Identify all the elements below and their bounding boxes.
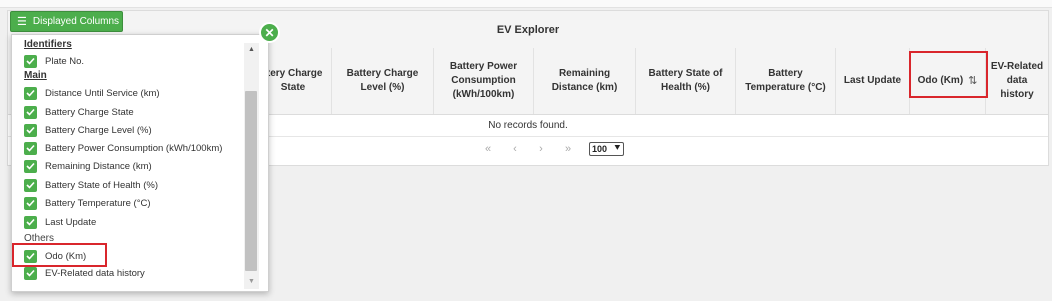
first-page-icon[interactable]: « xyxy=(481,143,495,155)
column-option-battery-charge-state[interactable]: Battery Charge State xyxy=(24,104,134,120)
checkbox-checked-icon[interactable] xyxy=(24,123,37,137)
top-strip xyxy=(0,0,1052,8)
checkbox-checked-icon[interactable] xyxy=(24,196,37,210)
checkbox-checked-icon[interactable] xyxy=(24,266,37,280)
scroll-thumb[interactable] xyxy=(245,91,257,271)
column-header-ev-related-data-history[interactable]: EV-Related data history xyxy=(986,48,1048,114)
checkbox-checked-icon[interactable] xyxy=(24,54,37,68)
checkbox-checked-icon[interactable] xyxy=(24,86,37,100)
group-label-identifiers: Identifiers xyxy=(24,39,72,50)
column-option-remaining-distance[interactable]: Remaining Distance (km) xyxy=(24,158,152,174)
previous-page-icon[interactable]: ‹ xyxy=(508,143,522,155)
checkbox-checked-icon[interactable] xyxy=(24,159,37,173)
column-option-distance-until-service[interactable]: Distance Until Service (km) xyxy=(24,85,160,101)
column-option-battery-power-consumption[interactable]: Battery Power Consumption (kWh/100km) xyxy=(24,140,222,156)
column-option-plate-no[interactable]: Plate No. xyxy=(24,53,84,69)
column-header-battery-state-of-health[interactable]: Battery State of Health (%) xyxy=(636,48,736,114)
odo-header-highlight xyxy=(909,51,988,98)
checkbox-checked-icon[interactable] xyxy=(24,178,37,192)
column-option-ev-related-data-history[interactable]: EV-Related data history xyxy=(24,265,145,281)
close-icon[interactable]: ✕ xyxy=(259,22,280,43)
chevron-down-icon: ⯆ xyxy=(613,143,621,153)
column-option-battery-charge-level[interactable]: Battery Charge Level (%) xyxy=(24,122,152,138)
next-page-icon[interactable]: › xyxy=(534,143,548,155)
column-header-battery-charge-level[interactable]: Battery Charge Level (%) xyxy=(332,48,434,114)
checkbox-checked-icon[interactable] xyxy=(24,141,37,155)
rows-per-page-value: 100 xyxy=(592,144,608,154)
scroll-down-icon[interactable]: ▼ xyxy=(244,275,259,289)
checkbox-checked-icon[interactable] xyxy=(24,105,37,119)
column-header-battery-temperature[interactable]: Battery Temperature (°C) xyxy=(736,48,836,114)
column-option-last-update[interactable]: Last Update xyxy=(24,214,96,230)
column-header-battery-power-consumption[interactable]: Battery Power Consumption (kWh/100km) xyxy=(434,48,534,114)
column-option-battery-state-of-health[interactable]: Battery State of Health (%) xyxy=(24,177,158,193)
column-header-last-update[interactable]: Last Update xyxy=(836,48,910,114)
scroll-up-icon[interactable]: ▲ xyxy=(244,43,259,57)
checkbox-checked-icon[interactable] xyxy=(24,215,37,229)
displayed-columns-label: Displayed Columns xyxy=(32,16,120,27)
column-header-remaining-distance[interactable]: Remaining Distance (km) xyxy=(534,48,636,114)
odo-option-highlight xyxy=(12,243,107,267)
column-option-battery-temperature[interactable]: Battery Temperature (°C) xyxy=(24,195,151,211)
rows-per-page-select[interactable]: 100 ⯆ xyxy=(589,142,624,156)
displayed-columns-button[interactable]: ☰ Displayed Columns xyxy=(10,11,123,32)
menu-icon: ☰ xyxy=(17,16,27,28)
group-label-main: Main xyxy=(24,70,47,81)
dropdown-scrollbar[interactable]: ▲ ▼ xyxy=(244,43,259,289)
last-page-icon[interactable]: » xyxy=(561,143,575,155)
